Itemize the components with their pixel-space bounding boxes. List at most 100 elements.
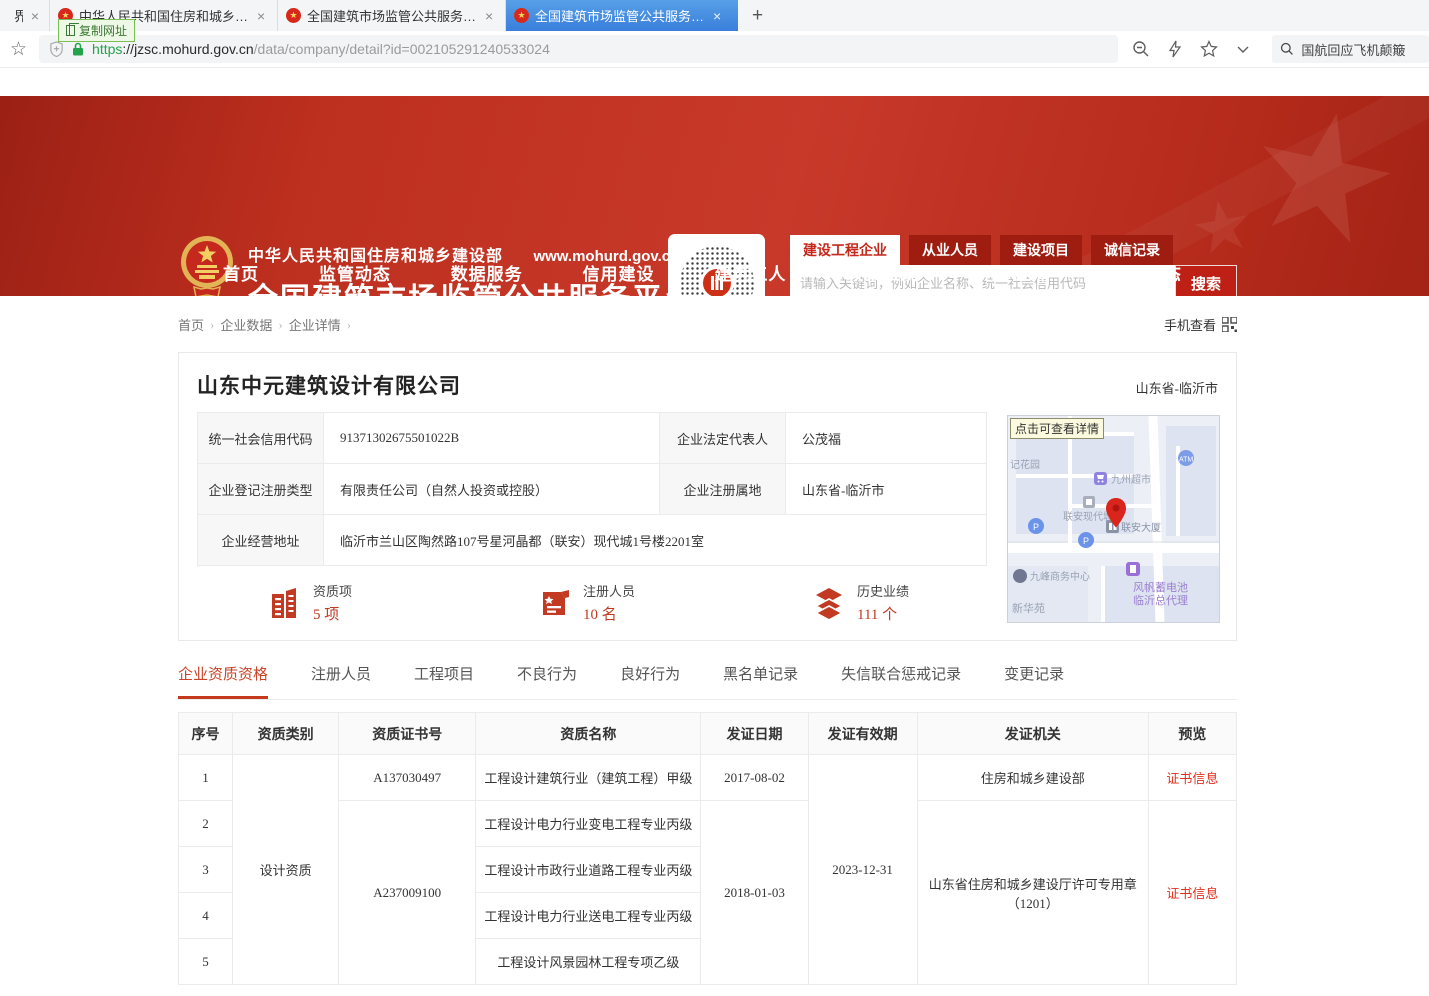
company-info-table: 统一社会信用代码 91371302675501022B 企业法定代表人 公茂福 …: [197, 412, 987, 566]
qualification-table: 序号 资质类别 资质证书号 资质名称 发证日期 发证有效期 发证机关 预览 1 …: [178, 712, 1237, 985]
nav-site-news[interactable]: 网站动态: [1110, 260, 1182, 285]
qual-name: 工程设计建筑行业（建筑工程）甲级: [476, 755, 701, 801]
flash-icon[interactable]: [1166, 40, 1184, 58]
nav-supervision[interactable]: 监管动态: [319, 260, 391, 285]
map-tooltip: 点击可查看详情: [1010, 418, 1104, 439]
url-path: /data/company/detail?id=0021052912405330…: [254, 41, 550, 57]
col-header: 发证日期: [701, 713, 808, 755]
map-label: 风帆蓄电池: [1133, 580, 1188, 594]
new-tab-button[interactable]: +: [738, 0, 777, 31]
emblem-favicon-icon: [286, 8, 301, 23]
field-label: 企业登记注册类型: [198, 464, 324, 515]
map-preview[interactable]: 点击可查看详情 九州超市 ATM 记花园: [1007, 415, 1220, 623]
svg-text:P: P: [1083, 536, 1089, 546]
company-name: 山东中元建筑设计有限公司: [197, 370, 461, 400]
map-label: 记花园: [1010, 458, 1040, 471]
table-row: 1 设计资质 A137030497 工程设计建筑行业（建筑工程）甲级 2017-…: [179, 755, 1237, 801]
layers-icon: [811, 585, 847, 621]
screen: 界 中华人民共和国住房和城乡建设 全国建筑市场监管公共服务平台 全国建筑市场监管…: [0, 0, 1429, 996]
row-no: 5: [179, 939, 233, 985]
address-value: 临沂市兰山区陶然路107号星河晶都（联安）现代城1号楼2201室: [324, 515, 987, 566]
emblem-favicon-icon: [514, 8, 529, 23]
cert-no: A137030497: [339, 755, 476, 801]
nav-e-license[interactable]: 电子证照: [978, 260, 1050, 285]
tab-good-behavior[interactable]: 良好行为: [620, 663, 680, 699]
row-no: 4: [179, 893, 233, 939]
tab-blacklist[interactable]: 黑名单记录: [723, 663, 798, 699]
field-label: 企业注册属地: [660, 464, 786, 515]
row-no: 2: [179, 801, 233, 847]
map-label: 临沂总代理: [1133, 593, 1188, 607]
qual-name: 工程设计电力行业送电工程专业丙级: [476, 893, 701, 939]
breadcrumb-home[interactable]: 首页: [178, 315, 204, 334]
table-row: 企业登记注册类型 有限责任公司（自然人投资或控股） 企业注册属地 山东省-临沂市: [198, 464, 987, 515]
tab-dishonesty-records[interactable]: 失信联合惩戒记录: [841, 663, 961, 699]
close-icon[interactable]: [255, 9, 267, 23]
browser-tab-3-active[interactable]: 全国建筑市场监管公共服务平台: [506, 0, 738, 31]
nav-data-service[interactable]: 数据服务: [451, 260, 523, 285]
cert-info-link[interactable]: 证书信息: [1166, 771, 1218, 786]
tab-title: 全国建筑市场监管公共服务平台: [535, 6, 705, 25]
building-icon: [267, 585, 303, 621]
search-icon: [1280, 42, 1294, 56]
table-row: 企业经营地址 临沂市兰山区陶然路107号星河晶都（联安）现代城1号楼2201室: [198, 515, 987, 566]
issuing-authority: 山东省住房和城乡建设厅许可专用章 （1201）: [917, 801, 1148, 985]
credit-code-value: 91371302675501022B: [324, 413, 660, 464]
tab-qualifications[interactable]: 企业资质资格: [178, 663, 268, 699]
chevron-down-icon[interactable]: [1234, 40, 1252, 58]
nav-credit[interactable]: 信用建设: [583, 260, 655, 285]
validity-date: 2023-12-31: [808, 755, 917, 985]
col-header: 发证有效期: [808, 713, 917, 755]
close-icon[interactable]: [711, 9, 723, 23]
tab-change-records[interactable]: 变更记录: [1004, 663, 1064, 699]
stat-label: 注册人员: [583, 581, 635, 600]
nav-workers[interactable]: 建筑工人: [714, 260, 786, 285]
url-input[interactable]: https://jzsc.mohurd.gov.cn/data/company/…: [39, 35, 1118, 63]
copy-url-tooltip: 复制网址: [58, 19, 135, 42]
tab-projects[interactable]: 工程项目: [414, 663, 474, 699]
close-icon[interactable]: [483, 9, 495, 23]
mobile-view-button[interactable]: 手机查看: [1164, 315, 1237, 334]
svg-text:P: P: [1033, 522, 1039, 532]
page-content: 首页› 企业数据› 企业详情› 手机查看 山东中元建筑设计有限公司 山东省-临沂…: [178, 315, 1237, 985]
browser-quick-search[interactable]: 国航回应飞机颠簸: [1272, 35, 1429, 63]
breadcrumb-company-detail[interactable]: 企业详情: [289, 315, 341, 334]
stat-registered-personnel: 注册人员 10 名: [539, 581, 811, 624]
col-header: 序号: [179, 713, 233, 755]
browser-tab-2[interactable]: 全国建筑市场监管公共服务平台: [278, 0, 506, 31]
zoom-out-icon[interactable]: [1132, 40, 1150, 58]
col-header: 预览: [1148, 713, 1236, 755]
copy-icon: [66, 25, 75, 36]
close-icon[interactable]: [29, 9, 41, 23]
browser-tab-bar: 界 中华人民共和国住房和城乡建设 全国建筑市场监管公共服务平台 全国建筑市场监管…: [0, 0, 1429, 31]
map-canvas: 九州超市 ATM 记花园 联安现代城 P P 联安大厦 九峰商务中心: [1008, 416, 1219, 622]
tab-registered-personnel[interactable]: 注册人员: [311, 663, 371, 699]
stat-label: 历史业绩: [857, 581, 909, 600]
certificate-icon: [539, 586, 573, 620]
col-header: 资质名称: [476, 713, 701, 755]
col-header: 发证机关: [917, 713, 1148, 755]
breadcrumb-company-data[interactable]: 企业数据: [220, 315, 272, 334]
bookmark-star-icon[interactable]: [10, 38, 27, 61]
stat-label: 资质项: [313, 581, 352, 600]
tab-title: 界: [14, 6, 23, 25]
qual-category: 设计资质: [233, 755, 339, 985]
tab-bad-behavior[interactable]: 不良行为: [517, 663, 577, 699]
star-decoration: [1228, 96, 1418, 290]
company-card: 山东中元建筑设计有限公司 山东省-临沂市 统一社会信用代码 9137130267…: [178, 352, 1237, 641]
favorite-star-icon[interactable]: [1200, 40, 1218, 58]
stat-value: 5 项: [313, 603, 352, 624]
site-header: 中华人民共和国住房和城乡建设部 www.mohurd.gov.cn 全国建筑市场…: [0, 96, 1429, 296]
mobile-view-label: 手机查看: [1164, 315, 1216, 334]
map-label: 九峰商务中心: [1030, 570, 1090, 583]
legal-rep-value: 公茂福: [786, 413, 987, 464]
nav-home[interactable]: 首页: [223, 260, 259, 285]
col-header: 资质类别: [233, 713, 339, 755]
cert-info-link[interactable]: 证书信息: [1166, 886, 1218, 901]
copy-url-tooltip-label: 复制网址: [79, 22, 127, 39]
qr-code-icon: [1222, 317, 1237, 332]
table-row: 统一社会信用代码 91371302675501022B 企业法定代表人 公茂福: [198, 413, 987, 464]
toolbar-icons: [1132, 40, 1252, 58]
browser-tab-0[interactable]: 界: [0, 0, 50, 31]
nav-policy[interactable]: 政策法规: [846, 260, 918, 285]
